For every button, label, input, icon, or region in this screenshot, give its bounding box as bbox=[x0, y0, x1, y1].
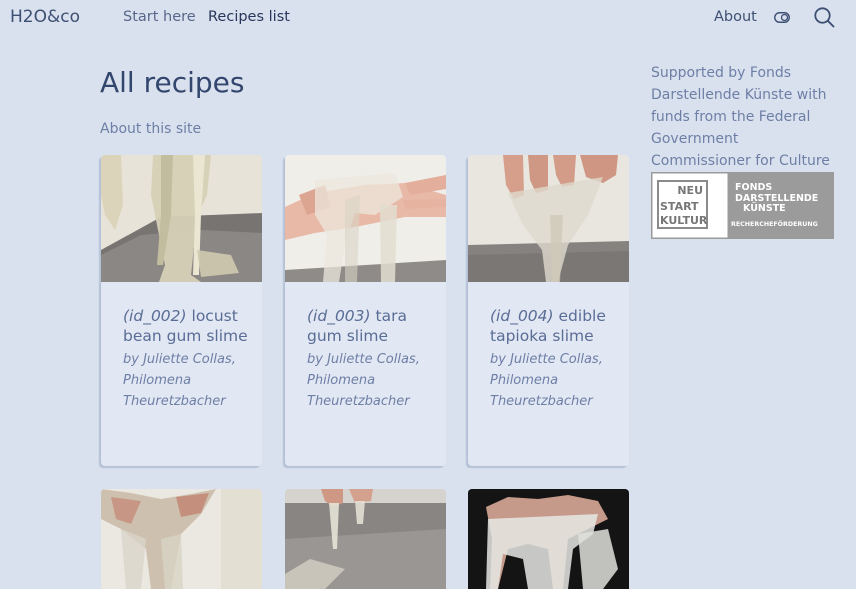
recipe-card[interactable] bbox=[101, 489, 262, 589]
page-title: All recipes bbox=[100, 66, 245, 99]
recipe-card[interactable]: (id_003) tara gum slime by Juliette Coll… bbox=[285, 155, 446, 466]
nav-recipes-list[interactable]: Recipes list bbox=[208, 9, 290, 25]
svg-text:FONDS: FONDS bbox=[735, 182, 772, 193]
nav-start-here[interactable]: Start here bbox=[123, 9, 196, 25]
nav-about[interactable]: About bbox=[714, 9, 757, 25]
toggle-icon[interactable] bbox=[774, 12, 790, 23]
recipe-photo[interactable] bbox=[285, 155, 446, 282]
recipe-id: (id_004) bbox=[490, 307, 554, 325]
recipe-photo[interactable] bbox=[468, 155, 629, 282]
svg-text:KÜNSTE: KÜNSTE bbox=[743, 203, 786, 214]
recipe-title[interactable]: (id_003) tara gum slime bbox=[307, 306, 437, 346]
recipe-authors: by Juliette Collas, Philomena Theuretzba… bbox=[490, 352, 603, 409]
recipe-photo[interactable] bbox=[101, 155, 262, 282]
recipe-id: (id_002) bbox=[123, 307, 187, 325]
search-icon[interactable] bbox=[813, 6, 835, 28]
recipe-authors: by Juliette Collas, Philomena Theuretzba… bbox=[307, 352, 420, 409]
svg-text:NEU: NEU bbox=[677, 184, 703, 197]
recipe-id: (id_003) bbox=[307, 307, 371, 325]
svg-text:RECHERCHEFÖRDERUNG: RECHERCHEFÖRDERUNG bbox=[731, 219, 818, 228]
recipe-authors: by Juliette Collas, Philomena Theuretzba… bbox=[123, 352, 236, 409]
recipe-title[interactable]: (id_004) edible tapioka slime bbox=[490, 306, 620, 346]
about-site-link[interactable]: About this site bbox=[100, 121, 201, 137]
recipe-card[interactable]: (id_004) edible tapioka slime by Juliett… bbox=[468, 155, 629, 466]
top-nav: H2O&co Start here Recipes list About bbox=[0, 0, 856, 36]
recipe-title[interactable]: (id_002) locust bean gum slime bbox=[123, 306, 253, 346]
recipe-photo[interactable] bbox=[101, 489, 262, 589]
funding-logo[interactable]: NEU START KULTUR FONDS DARSTELLENDE KÜNS… bbox=[651, 172, 834, 239]
svg-text:KULTUR: KULTUR bbox=[660, 214, 708, 227]
recipe-card[interactable] bbox=[285, 489, 446, 589]
recipe-card[interactable] bbox=[468, 489, 629, 589]
recipe-photo[interactable] bbox=[285, 489, 446, 589]
site-brand[interactable]: H2O&co bbox=[10, 7, 80, 27]
recipe-photo[interactable] bbox=[468, 489, 629, 589]
svg-text:START: START bbox=[660, 200, 699, 213]
recipe-card[interactable]: (id_002) locust bean gum slime by Juliet… bbox=[101, 155, 262, 466]
